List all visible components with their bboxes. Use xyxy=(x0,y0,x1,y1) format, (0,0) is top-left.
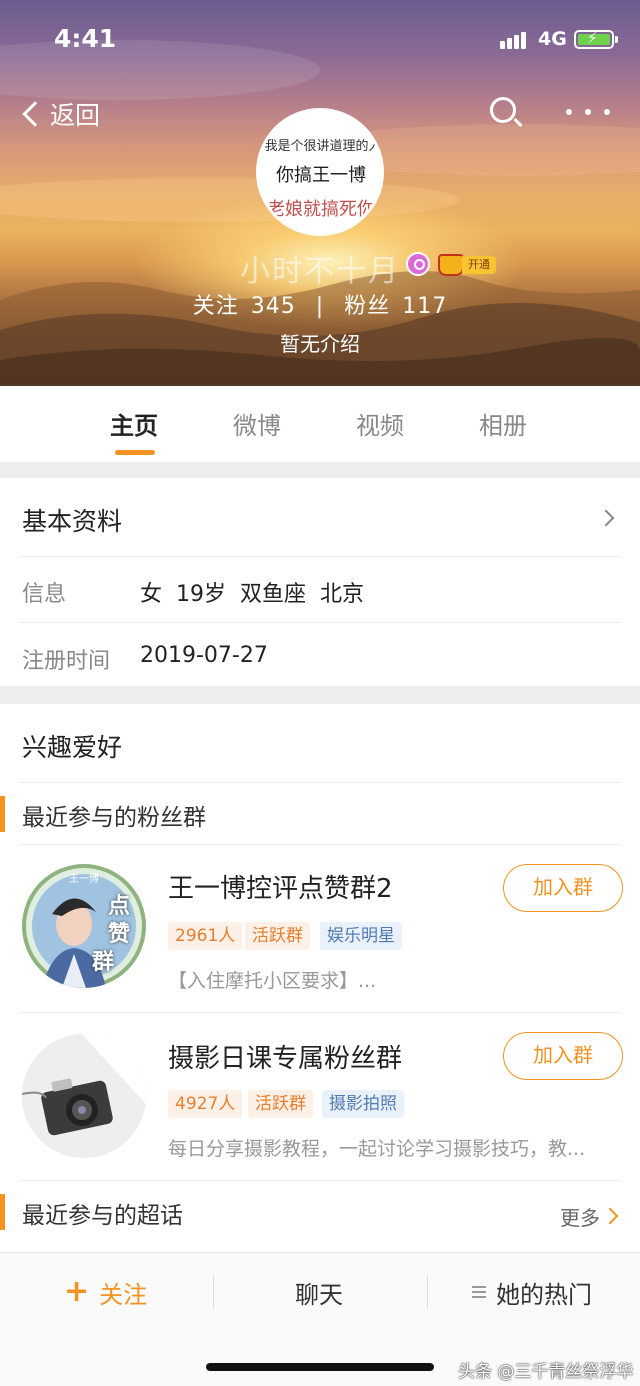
search-icon[interactable] xyxy=(488,95,524,131)
divider xyxy=(20,1180,620,1181)
chevron-left-icon xyxy=(22,101,48,127)
divider xyxy=(20,844,620,845)
group-avatar[interactable]: 王一博 点 赞 群 xyxy=(22,864,146,988)
group-description: 【入住摩托小区要求】... xyxy=(168,970,377,992)
group-member-count: 2961人 xyxy=(168,922,243,950)
bottom-action-bar: + 关注 聊天 她的热门 头条 @三千青丝祭浮华 xyxy=(0,1252,640,1386)
group-avatar-caption: 王一博 xyxy=(69,874,99,885)
interests-title: 兴趣爱好 xyxy=(22,733,123,762)
follow-count[interactable]: 345 xyxy=(251,294,296,319)
basic-info-title[interactable]: 基本资料 xyxy=(22,502,122,538)
register-time-value: 2019-07-27 xyxy=(140,643,268,668)
member-badge-icon[interactable] xyxy=(406,252,430,276)
fan-groups-title: 最近参与的粉丝群 xyxy=(22,805,206,831)
divider xyxy=(20,622,620,623)
group-avatar[interactable] xyxy=(22,1034,146,1158)
nickname: 小时不十月 xyxy=(240,254,400,289)
avatar-text-line: 老娘就搞死你 xyxy=(267,199,375,220)
info-value: 女 19岁 双鱼座 北京 xyxy=(140,582,364,607)
follow-label[interactable]: 关注 xyxy=(193,294,239,319)
vip-open-tag: 开通 xyxy=(462,256,496,274)
group-active-tag: 活跃群 xyxy=(248,1090,313,1118)
group-member-count: 4927人 xyxy=(168,1090,243,1118)
more-options-icon[interactable] xyxy=(566,104,610,120)
signal-icon xyxy=(500,30,528,49)
register-time-label: 注册时间 xyxy=(22,649,111,674)
profile-tabs: 主页 微博 视频 相册 xyxy=(0,386,640,462)
chevron-right-icon[interactable] xyxy=(601,1207,619,1225)
more-super-topics-link[interactable]: 更多 xyxy=(560,1202,600,1231)
section-accent-bar xyxy=(0,796,5,832)
group-avatar-caption: 群 xyxy=(92,950,115,975)
home-indicator[interactable] xyxy=(206,1363,434,1371)
divider xyxy=(20,556,620,557)
plus-icon: + xyxy=(64,1274,90,1309)
avatar-text-line: 你搞王一博 xyxy=(276,165,366,186)
crown-icon xyxy=(438,254,464,276)
tab-video[interactable]: 视频 xyxy=(356,406,404,441)
fans-label[interactable]: 粉丝 xyxy=(344,294,390,319)
follow-button-label: 关注 xyxy=(99,1280,148,1309)
group-category-tag: 娱乐明星 xyxy=(320,922,402,950)
chevron-right-icon[interactable] xyxy=(597,509,615,527)
her-hot-posts-label: 她的热门 xyxy=(496,1280,592,1309)
list-icon xyxy=(472,1283,486,1301)
divider xyxy=(213,1275,214,1309)
divider xyxy=(20,1012,620,1013)
profile-intro: 暂无介绍 xyxy=(280,332,360,356)
back-label: 返回 xyxy=(50,101,101,130)
network-type: 4G xyxy=(538,28,567,50)
group-name[interactable]: 王一博控评点赞群2 xyxy=(168,868,393,905)
status-bar: 4:41 4G ⚡ xyxy=(0,0,640,80)
follow-stats: 关注 345 | 粉丝 117 xyxy=(0,288,640,320)
basic-info-card: 基本资料 信息 女 19岁 双鱼座 北京 注册时间 2019-07-27 xyxy=(0,478,640,686)
watermark: 头条 @三千青丝祭浮华 xyxy=(458,1362,634,1382)
profile-cover: 4:41 4G ⚡ 返回 我是个很讲道理的人 你搞王一博 老娘就搞死你 小时不十… xyxy=(0,0,640,386)
tab-home[interactable]: 主页 xyxy=(110,406,158,441)
her-hot-posts-button[interactable]: 她的热门 xyxy=(472,1275,592,1309)
section-accent-bar xyxy=(0,1194,5,1230)
camera-photo-image xyxy=(22,1034,146,1158)
chat-button[interactable]: 聊天 xyxy=(295,1275,343,1309)
back-button[interactable]: 返回 xyxy=(20,94,100,134)
divider xyxy=(427,1275,428,1309)
avatar-text-line: 我是个很讲道理的人 xyxy=(264,139,382,154)
tab-weibo[interactable]: 微博 xyxy=(233,406,281,441)
follow-button[interactable]: + 关注 xyxy=(64,1275,147,1309)
group-name[interactable]: 摄影日课专属粉丝群 xyxy=(168,1038,402,1075)
super-topics-title: 最近参与的超话 xyxy=(22,1203,183,1229)
join-group-button[interactable]: 加入群 xyxy=(503,1032,623,1080)
stats-separator: | xyxy=(315,294,325,319)
join-group-button[interactable]: 加入群 xyxy=(503,864,623,912)
active-tab-indicator xyxy=(115,450,155,455)
fans-count[interactable]: 117 xyxy=(402,294,447,319)
interests-card: 兴趣爱好 最近参与的粉丝群 王一博 点 赞 群 王一博控评点赞群2 2961人 … xyxy=(0,704,640,1252)
group-active-tag: 活跃群 xyxy=(245,922,310,950)
battery-icon: ⚡ xyxy=(574,29,618,49)
vip-badge[interactable]: 开通 xyxy=(438,253,496,277)
group-description: 每日分享摄影教程，一起讨论学习摄影技巧，教... xyxy=(168,1138,586,1160)
avatar[interactable]: 我是个很讲道理的人 你搞王一博 老娘就搞死你 xyxy=(256,108,384,236)
status-time: 4:41 xyxy=(54,24,117,53)
info-label: 信息 xyxy=(22,582,67,607)
divider xyxy=(20,782,620,783)
tab-album[interactable]: 相册 xyxy=(479,406,527,441)
group-category-tag: 摄影拍照 xyxy=(322,1090,404,1118)
